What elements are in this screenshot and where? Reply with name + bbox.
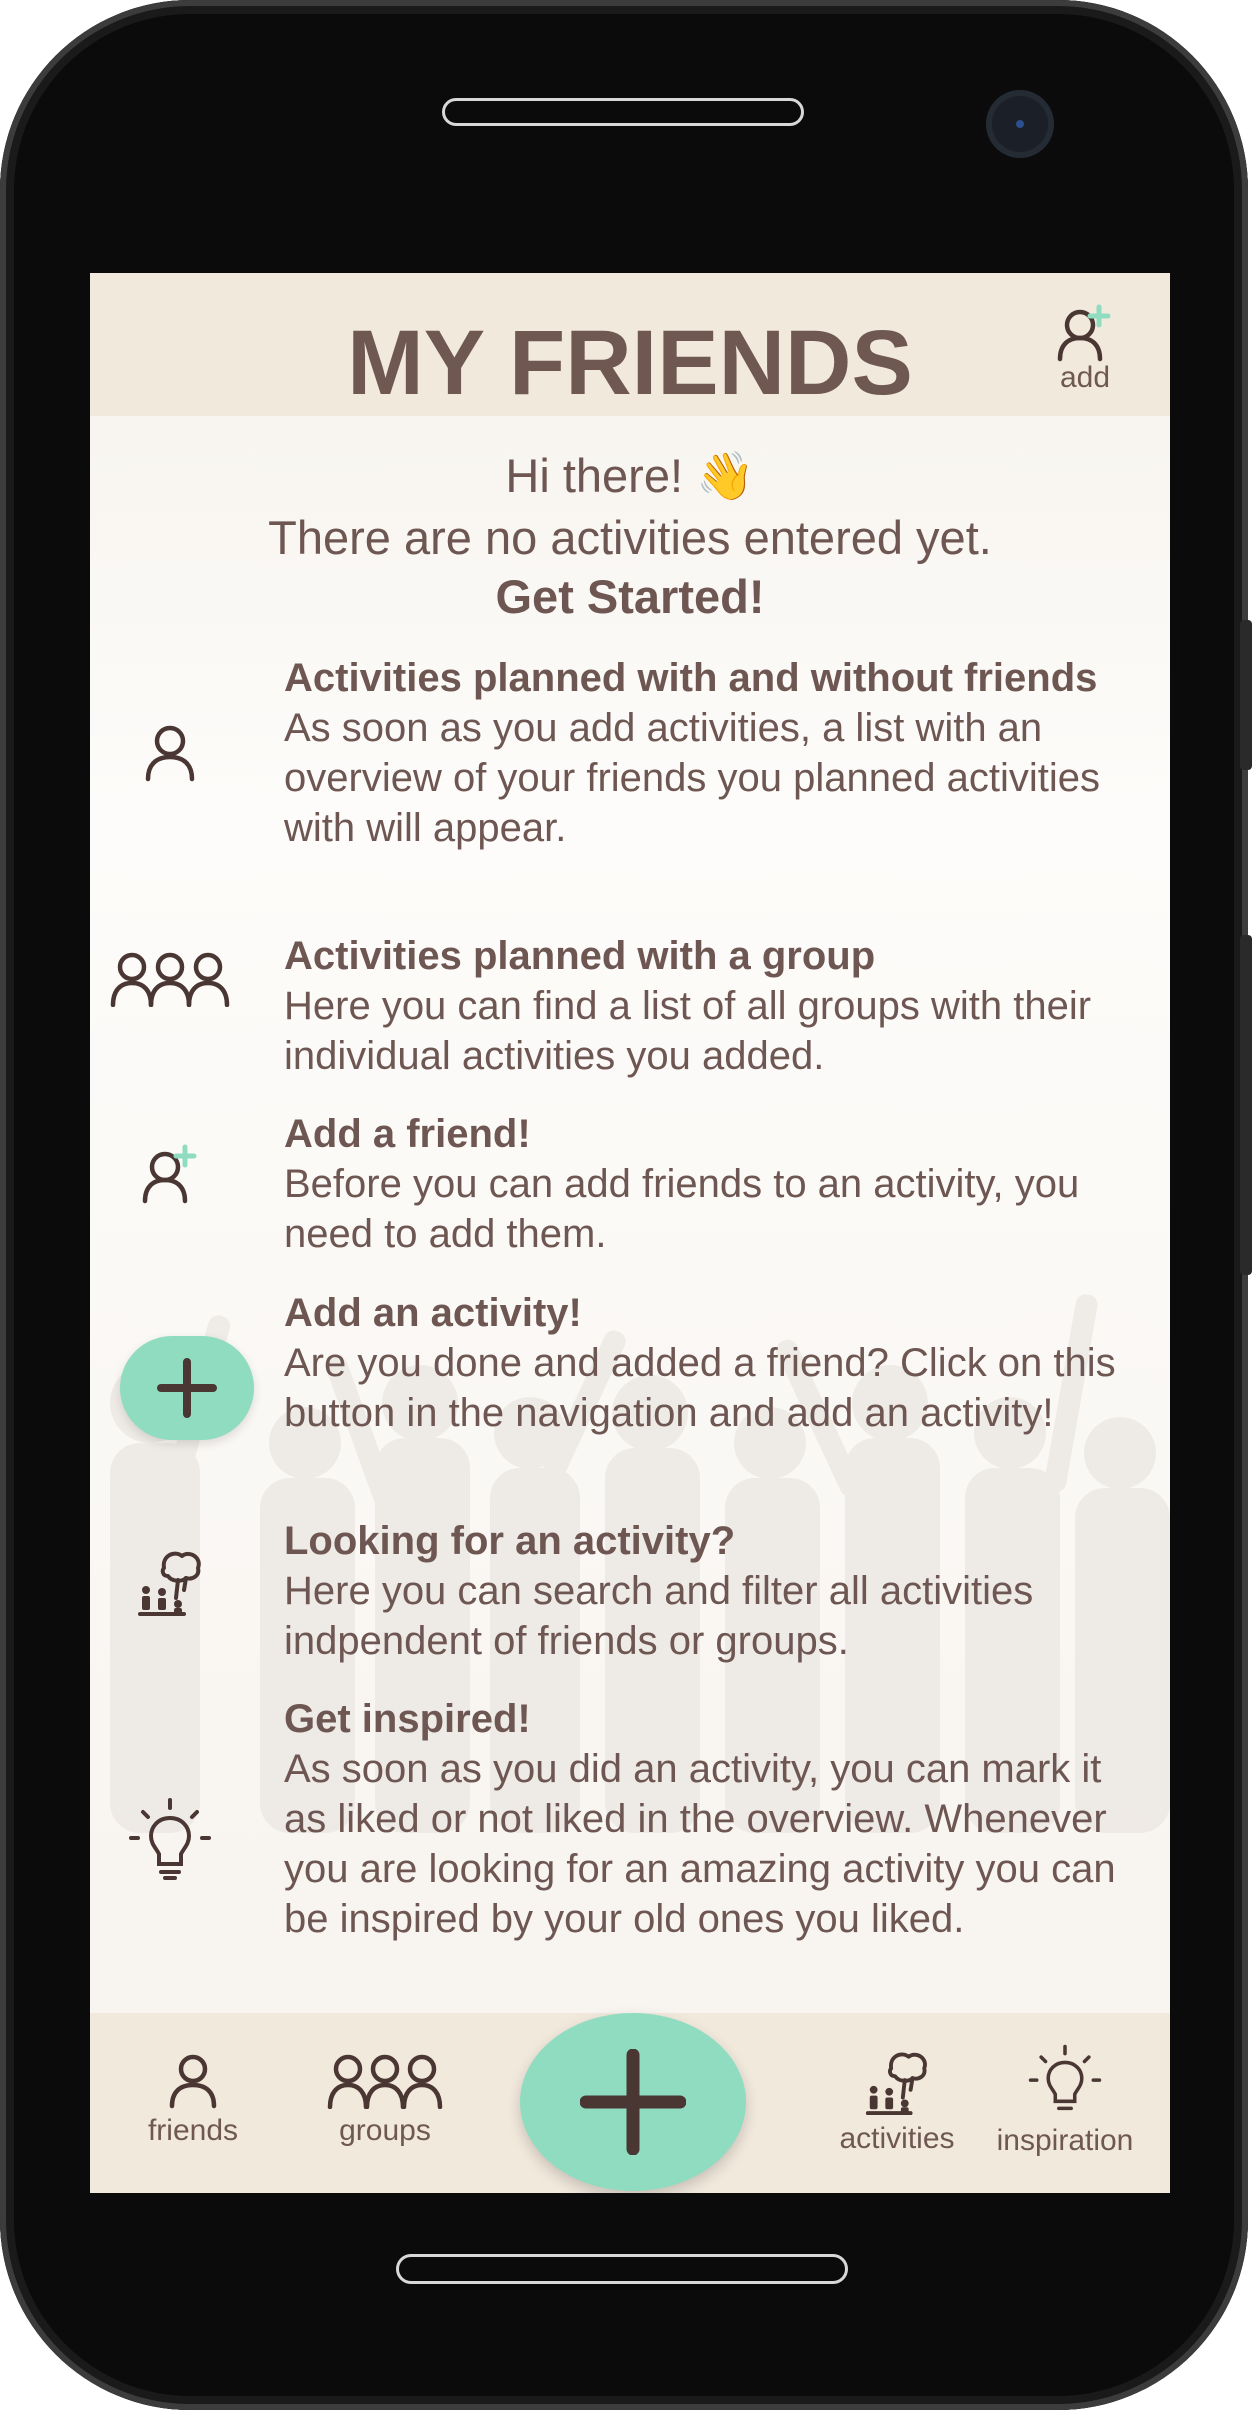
item-body: Here you can find a list of all groups w… bbox=[284, 984, 1092, 1078]
item-title: Activities planned with and without frie… bbox=[284, 656, 1098, 700]
nav-friends[interactable]: friends bbox=[138, 2053, 248, 2148]
app-header: MY FRIENDS add bbox=[90, 273, 1170, 416]
nav-inspiration[interactable]: inspiration bbox=[965, 2043, 1165, 2158]
nav-activities[interactable]: activities bbox=[822, 2047, 972, 2156]
app-screen: MY FRIENDS add Hi there! 👋 There are no … bbox=[90, 273, 1170, 2193]
item-body: As soon as you add activities, a list wi… bbox=[284, 706, 1100, 850]
add-label: add bbox=[1059, 361, 1111, 394]
add-friend-icon bbox=[1057, 304, 1111, 362]
power-button bbox=[1240, 935, 1252, 1275]
lightbulb-icon bbox=[1028, 2044, 1102, 2111]
item-body: Here you can search and filter all activ… bbox=[284, 1569, 1034, 1663]
add-friend-button[interactable]: add bbox=[1045, 303, 1125, 395]
nav-label: activities bbox=[839, 2122, 955, 2155]
front-camera bbox=[986, 90, 1054, 158]
plus-icon bbox=[157, 1358, 217, 1418]
group-icon bbox=[110, 952, 230, 1007]
home-indicator bbox=[396, 2254, 848, 2284]
item-title: Get inspired! bbox=[284, 1697, 531, 1741]
nav-groups[interactable]: groups bbox=[320, 2053, 450, 2148]
item-body: Are you done and added a friend? Click o… bbox=[284, 1341, 1116, 1435]
nav-label: inspiration bbox=[996, 2124, 1134, 2157]
phone-frame: MY FRIENDS add Hi there! 👋 There are no … bbox=[0, 0, 1252, 2410]
item-body: Before you can add friends to an activit… bbox=[284, 1162, 1080, 1256]
greeting-text: Hi there! 👋 bbox=[505, 449, 755, 502]
nav-label: friends bbox=[147, 2114, 239, 2147]
person-icon bbox=[169, 2054, 217, 2109]
plus-icon bbox=[580, 2049, 686, 2155]
nav-label: groups bbox=[339, 2114, 431, 2147]
earpiece-speaker bbox=[442, 98, 804, 126]
item-title: Add a friend! bbox=[284, 1112, 531, 1156]
activities-icon bbox=[138, 1551, 201, 1616]
item-title: Add an activity! bbox=[284, 1291, 582, 1335]
get-started-heading: Get Started! bbox=[495, 570, 765, 623]
item-title: Looking for an activity? bbox=[284, 1519, 736, 1563]
item-title: Activities planned with a group bbox=[284, 934, 876, 978]
page-title: MY FRIENDS bbox=[347, 312, 913, 414]
intro-message: Hi there! 👋 There are no activities ente… bbox=[90, 445, 1170, 625]
lightbulb-icon bbox=[129, 1798, 211, 1880]
activities-icon bbox=[865, 2052, 927, 2116]
add-activity-button[interactable] bbox=[520, 2013, 746, 2191]
item-body: As soon as you did an activity, you can … bbox=[284, 1747, 1116, 1941]
volume-button bbox=[1240, 620, 1252, 770]
add-friend-icon bbox=[142, 1144, 197, 1204]
group-icon bbox=[327, 2054, 443, 2110]
empty-state-text: There are no activities entered yet. bbox=[268, 511, 992, 564]
person-icon bbox=[145, 725, 195, 782]
add-activity-example-button[interactable] bbox=[120, 1336, 254, 1440]
